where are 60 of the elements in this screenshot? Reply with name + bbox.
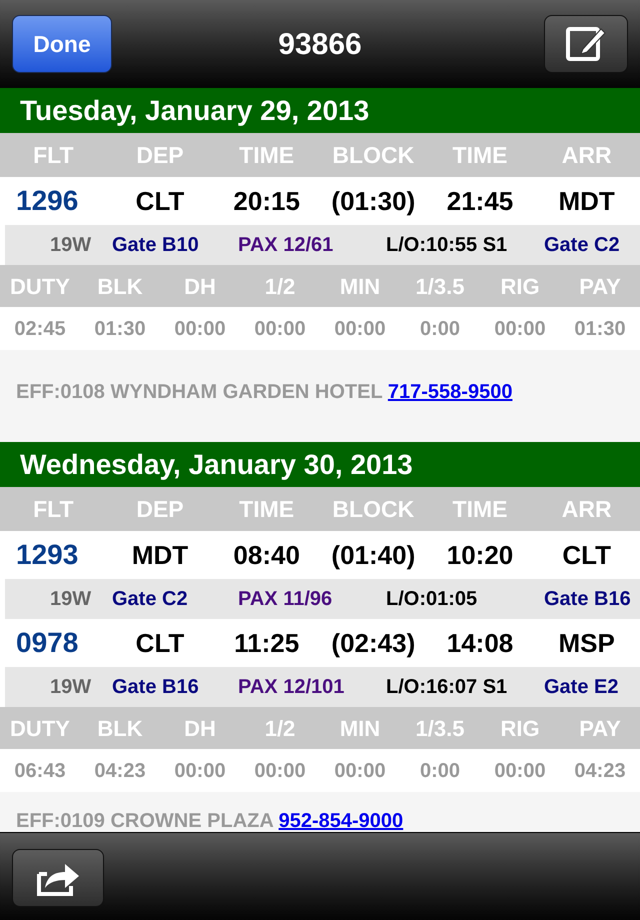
table-cell-text: 04:23 xyxy=(573,758,627,784)
hotel-info: EFF:0108 WYNDHAM GARDEN HOTEL 717-558-9500 xyxy=(16,380,512,405)
table-cell-text: 00:00 xyxy=(333,316,387,342)
equipment-code: 19W xyxy=(50,675,92,700)
day-date: Tuesday, January 29, 2013 xyxy=(20,94,370,128)
table-cell-text: 11:25 xyxy=(233,626,300,660)
compose-icon xyxy=(565,24,607,64)
table-cell-text: 10:20 xyxy=(446,538,514,572)
layover-info: L/O:16:07 S1 xyxy=(386,675,508,700)
table-cell-text: 08:40 xyxy=(232,538,301,572)
table-cell-text: MDT xyxy=(130,538,190,572)
equipment-code: 19W xyxy=(50,233,92,258)
flight-number: 1296 xyxy=(15,184,80,218)
table-cell-text: 00:00 xyxy=(493,758,547,784)
phone-link[interactable]: 717-558-9500 xyxy=(388,381,512,403)
layover-info: L/O:10:55 S1 xyxy=(386,233,508,258)
table-cell-text: MSP xyxy=(557,626,616,660)
passenger-count: PAX 12/101 xyxy=(238,675,346,700)
table-cell-text: 00:00 xyxy=(253,758,307,784)
hotel-info: EFF:0109 CROWNE PLAZA 952-854-9000 xyxy=(16,809,404,832)
done-button[interactable]: Done xyxy=(12,15,112,73)
flight-number: 1293 xyxy=(15,538,80,572)
equipment-code: 19W xyxy=(50,587,92,612)
arrival-gate: Gate B16 xyxy=(544,587,631,612)
arrival-gate: Gate E2 xyxy=(544,675,618,700)
table-cell-text: 01:30 xyxy=(573,316,627,342)
table-cell-text: 00:00 xyxy=(253,316,307,342)
table-cell-text: (01:40) xyxy=(330,538,416,572)
departure-gate: Gate C2 xyxy=(112,587,189,612)
table-cell-text: 00:00 xyxy=(173,758,227,784)
edit-button[interactable] xyxy=(544,15,628,73)
table-cell-text: 00:00 xyxy=(493,316,547,342)
table-cell-text: 00:00 xyxy=(333,758,387,784)
table-cell-text: (02:43) xyxy=(330,626,416,660)
table-cell-text: CLT xyxy=(561,538,612,572)
table-cell-text: CLT xyxy=(134,626,186,660)
departure-gate: Gate B16 xyxy=(112,675,200,700)
phone-link[interactable]: 952-854-9000 xyxy=(278,810,404,832)
table-cell-text: 0:00 xyxy=(418,316,462,342)
table-cell-text: 21:45 xyxy=(446,184,514,218)
arrival-gate: Gate C2 xyxy=(544,233,620,258)
table-cell-text: 14:08 xyxy=(446,626,514,660)
table-cell-text: 0:00 xyxy=(418,758,462,784)
table-cell-text: CLT xyxy=(134,184,186,218)
table-cell-text: 04:23 xyxy=(93,758,147,784)
flight-number: 0978 xyxy=(15,626,80,660)
table-cell-text: 00:00 xyxy=(173,316,227,342)
table-cell-text: MDT xyxy=(557,184,616,218)
table-cell-text: 20:15 xyxy=(232,184,301,218)
share-button[interactable] xyxy=(12,849,104,907)
table-cell-text: 01:30 xyxy=(93,316,147,342)
layover-info: L/O:01:05 xyxy=(386,587,478,612)
passenger-count: PAX 11/96 xyxy=(238,587,334,612)
window-title: 93866 xyxy=(278,26,362,62)
passenger-count: PAX 12/61 xyxy=(238,233,334,258)
table-cell-text: 02:45 xyxy=(13,316,67,342)
departure-gate: Gate B10 xyxy=(112,233,200,258)
table-cell-text: 06:43 xyxy=(13,758,67,784)
table-cell-text: (01:30) xyxy=(330,184,416,218)
day-date: Wednesday, January 30, 2013 xyxy=(20,448,413,482)
